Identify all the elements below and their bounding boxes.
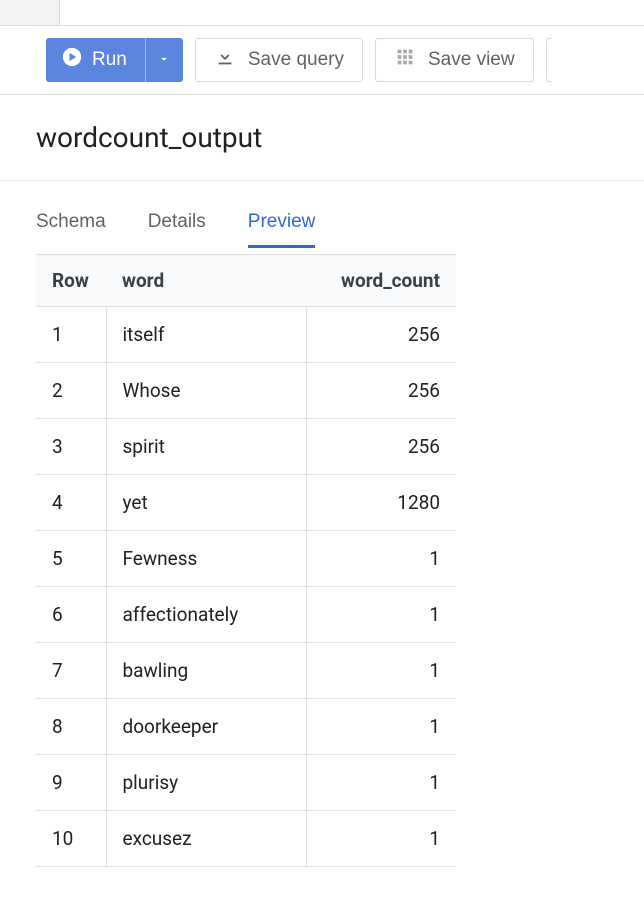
table-row: 8doorkeeper1	[36, 699, 456, 755]
cell-word: affectionately	[106, 587, 306, 643]
cell-word-count: 256	[306, 307, 456, 363]
header-word: word	[106, 255, 306, 307]
preview-table: Row word word_count 1itself2562Whose2563…	[36, 254, 456, 867]
editor-tab-placeholder[interactable]	[0, 0, 60, 25]
cell-word: plurisy	[106, 755, 306, 811]
run-button[interactable]: Run	[46, 38, 145, 82]
tabs: Schema Details Preview	[0, 181, 644, 248]
save-query-label: Save query	[248, 49, 344, 71]
toolbar: Run Save query Save view	[0, 26, 644, 95]
cell-word-count: 256	[306, 363, 456, 419]
cell-row-number: 7	[36, 643, 106, 699]
run-button-group: Run	[46, 38, 183, 82]
cell-row-number: 2	[36, 363, 106, 419]
grid-icon	[394, 46, 416, 74]
table-row: 3spirit256	[36, 419, 456, 475]
play-icon	[62, 47, 82, 73]
cell-row-number: 1	[36, 307, 106, 363]
cell-word-count: 1	[306, 755, 456, 811]
cell-word: excusez	[106, 811, 306, 867]
cell-word-count: 256	[306, 419, 456, 475]
cell-word-count: 1	[306, 587, 456, 643]
cell-row-number: 9	[36, 755, 106, 811]
cell-word-count: 1	[306, 699, 456, 755]
preview-table-wrapper: Row word word_count 1itself2562Whose2563…	[0, 248, 644, 867]
tab-preview[interactable]: Preview	[248, 211, 316, 248]
table-row: 4yet1280	[36, 475, 456, 531]
table-row: 7bawling1	[36, 643, 456, 699]
download-icon	[214, 46, 236, 74]
tab-details[interactable]: Details	[148, 211, 206, 248]
cell-row-number: 4	[36, 475, 106, 531]
cell-row-number: 6	[36, 587, 106, 643]
toolbar-overflow-stub	[546, 38, 552, 82]
page-title: wordcount_output	[0, 95, 644, 181]
cell-word: spirit	[106, 419, 306, 475]
header-row: Row	[36, 255, 106, 307]
cell-row-number: 3	[36, 419, 106, 475]
table-row: 5Fewness1	[36, 531, 456, 587]
cell-word: Whose	[106, 363, 306, 419]
cell-word: itself	[106, 307, 306, 363]
table-row: 1itself256	[36, 307, 456, 363]
caret-down-icon	[157, 52, 171, 69]
cell-word: bawling	[106, 643, 306, 699]
save-view-label: Save view	[428, 49, 515, 71]
run-dropdown-button[interactable]	[145, 38, 183, 82]
tab-schema[interactable]: Schema	[36, 211, 106, 248]
save-view-button[interactable]: Save view	[375, 38, 534, 82]
cell-row-number: 5	[36, 531, 106, 587]
header-word-count: word_count	[306, 255, 456, 307]
table-row: 2Whose256	[36, 363, 456, 419]
table-row: 10excusez1	[36, 811, 456, 867]
cell-word-count: 1	[306, 531, 456, 587]
cell-word: Fewness	[106, 531, 306, 587]
cell-row-number: 8	[36, 699, 106, 755]
cell-word: doorkeeper	[106, 699, 306, 755]
save-query-button[interactable]: Save query	[195, 38, 363, 82]
cell-row-number: 10	[36, 811, 106, 867]
run-button-label: Run	[92, 49, 127, 71]
table-row: 6affectionately1	[36, 587, 456, 643]
cell-word-count: 1280	[306, 475, 456, 531]
cell-word-count: 1	[306, 811, 456, 867]
cell-word-count: 1	[306, 643, 456, 699]
table-row: 9plurisy1	[36, 755, 456, 811]
editor-tab-strip	[0, 0, 644, 26]
cell-word: yet	[106, 475, 306, 531]
